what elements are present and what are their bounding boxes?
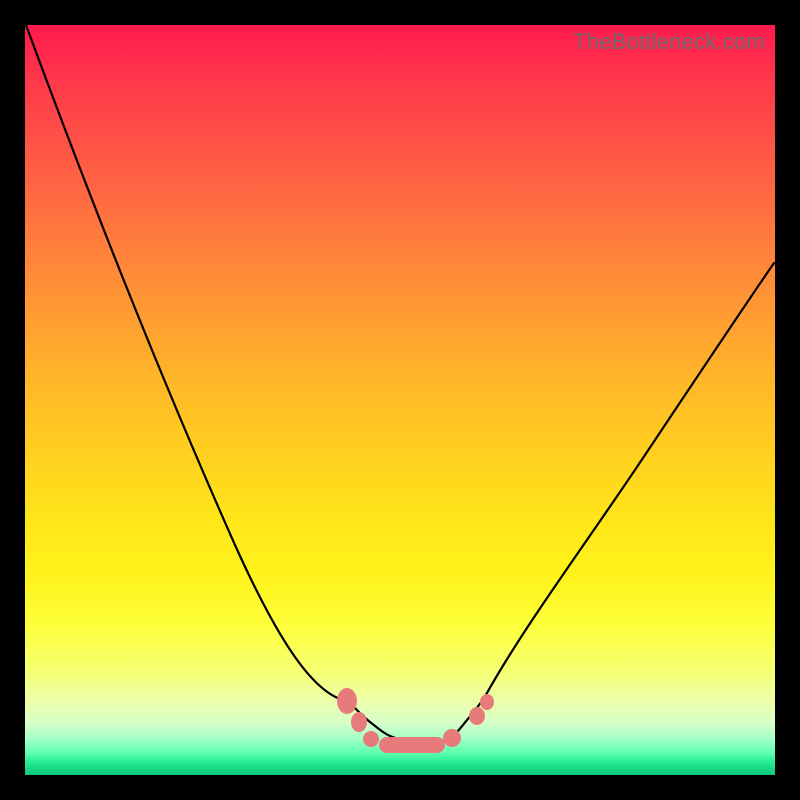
marker-dot: [480, 694, 494, 710]
marker-dot: [351, 712, 367, 732]
marker-dot: [363, 731, 379, 747]
highlight-markers: [337, 688, 494, 753]
bottleneck-curve: [26, 25, 774, 742]
chart-plot-area: TheBottleneck.com: [25, 25, 775, 775]
chart-svg: [25, 25, 775, 775]
marker-dot: [469, 707, 485, 725]
marker-dot: [443, 729, 461, 747]
chart-frame: TheBottleneck.com: [0, 0, 800, 800]
marker-dot: [337, 688, 357, 714]
marker-pill: [379, 737, 445, 753]
